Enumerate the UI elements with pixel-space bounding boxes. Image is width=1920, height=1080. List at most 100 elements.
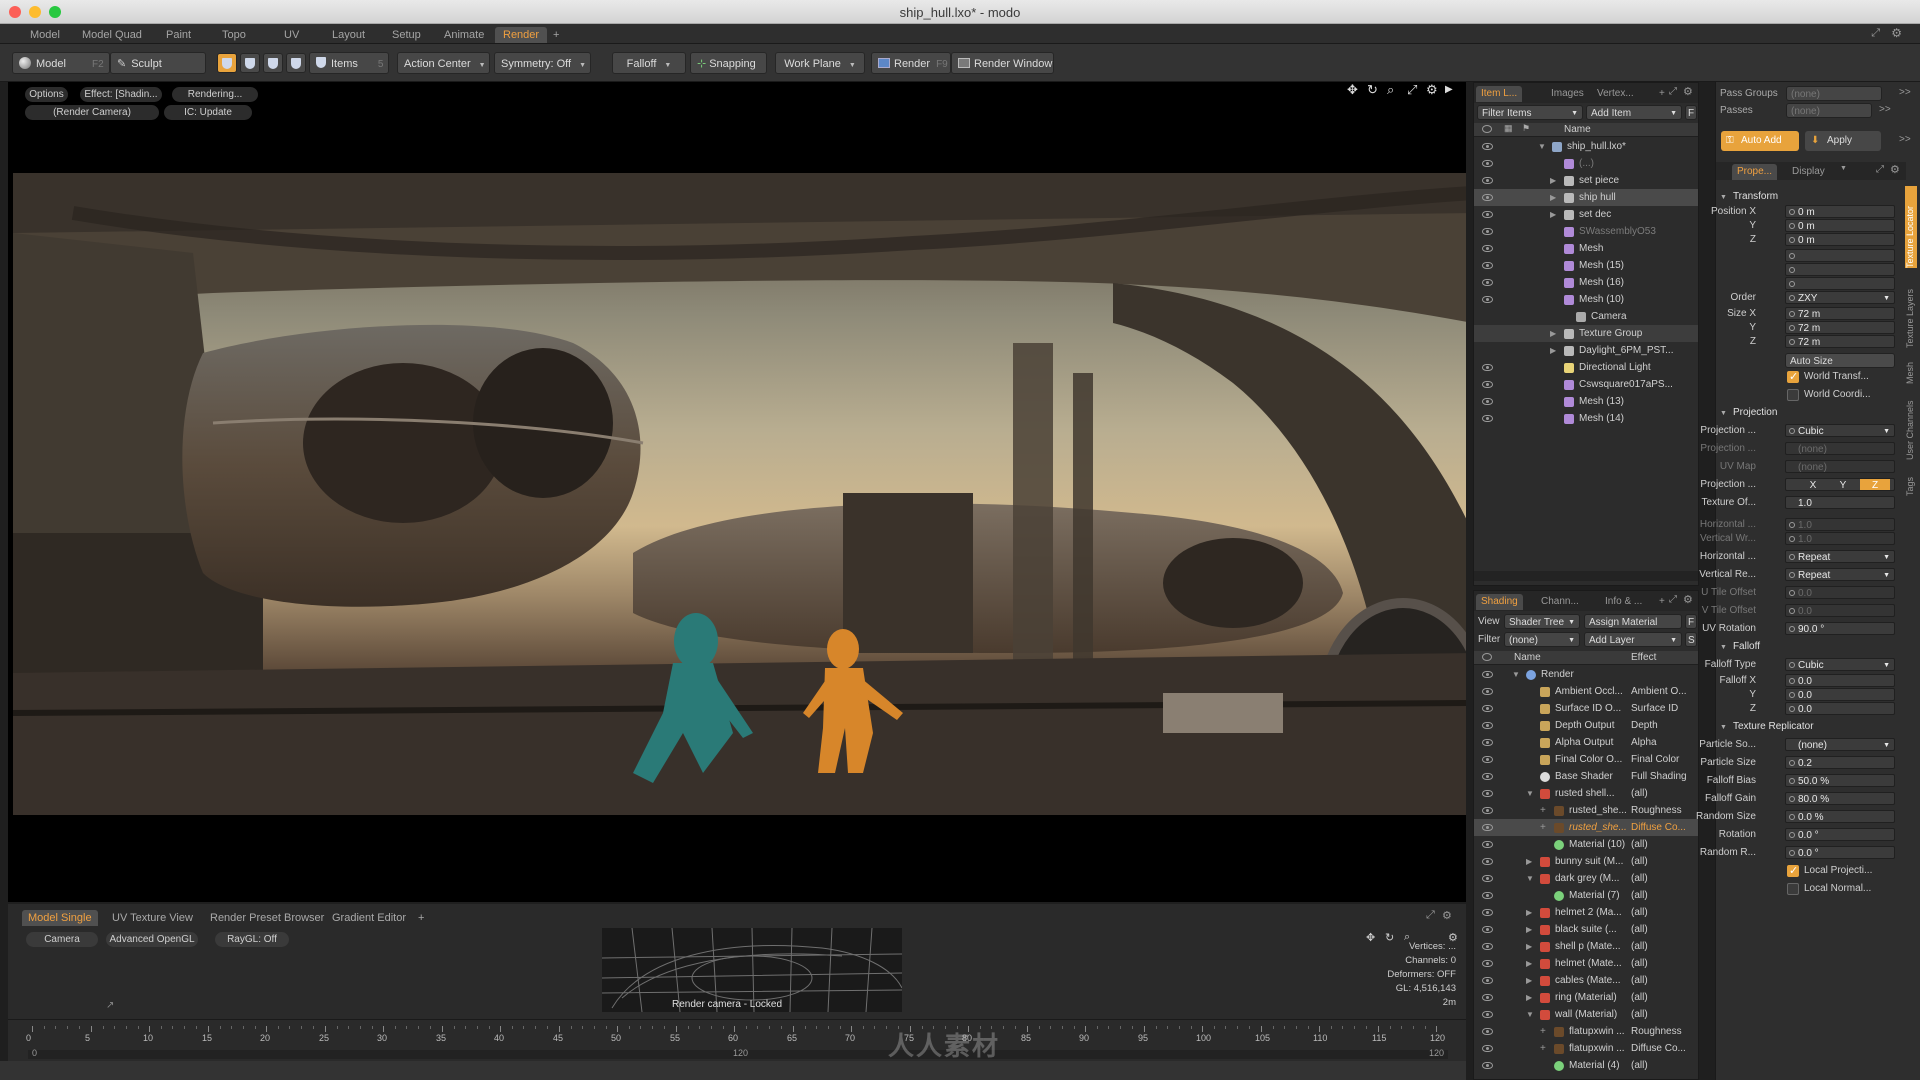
render-button[interactable]: Render F9 <box>871 52 951 74</box>
visibility-icon[interactable] <box>1482 1062 1493 1069</box>
visibility-icon[interactable] <box>1482 705 1493 712</box>
tab-channels[interactable]: Chann... <box>1536 594 1584 610</box>
keyframe-icon[interactable] <box>1789 796 1795 802</box>
expand-icon[interactable]: ⤢ <box>1426 909 1435 922</box>
visibility-icon[interactable] <box>1482 160 1493 167</box>
expand-arrow-icon[interactable]: ▶ <box>1526 853 1532 870</box>
expand-arrow-icon[interactable]: ▶ <box>1526 972 1532 989</box>
particle-source-dropdown[interactable]: (none) ▼ <box>1785 738 1895 751</box>
keyframe-icon[interactable] <box>1789 253 1795 259</box>
visibility-icon[interactable] <box>1482 364 1493 371</box>
rotation-x-field[interactable] <box>1785 249 1895 262</box>
options-button[interactable]: Options <box>25 87 68 102</box>
tab-vertex-maps[interactable]: Vertex... <box>1592 86 1639 102</box>
side-tab-texture-layers[interactable]: Texture Layers <box>1905 276 1917 348</box>
keyframe-icon[interactable] <box>1789 832 1795 838</box>
rotation-order-dropdown[interactable]: ZXY ▼ <box>1785 291 1895 304</box>
expand-arrow-icon[interactable]: ▼ <box>1526 870 1534 887</box>
auto-size-button[interactable]: Auto Size <box>1785 353 1895 368</box>
keyframe-icon[interactable] <box>1789 626 1795 632</box>
visibility-icon[interactable] <box>1482 892 1493 899</box>
expand-arrow-icon[interactable]: ▼ <box>1512 666 1520 683</box>
uv-map-dropdown[interactable]: (none) <box>1785 460 1895 473</box>
expand-icon[interactable]: ⤢ <box>1871 27 1880 40</box>
axis-z-option[interactable]: Z <box>1860 479 1890 490</box>
visibility-icon[interactable] <box>1482 381 1493 388</box>
item-list-row[interactable]: Mesh (13) <box>1474 393 1698 410</box>
timeline[interactable]: 0 5 10 15 20 25 30 35 40 45 50 55 60 65 70 75 80 85 90 95 10… <box>8 1019 1466 1061</box>
shader-tree-row[interactable]: Material (7) (all) <box>1474 887 1698 904</box>
visibility-icon[interactable] <box>1482 671 1493 678</box>
visibility-icon[interactable] <box>1482 143 1493 150</box>
gear-icon[interactable]: ⚙ <box>1683 85 1693 98</box>
keyframe-icon[interactable] <box>1789 536 1795 542</box>
timeline-range-bar[interactable]: 0 120 120 <box>28 1048 1448 1059</box>
tab-animate[interactable]: Animate <box>436 27 492 43</box>
zoom-view-icon[interactable]: ⌕ <box>1387 82 1394 98</box>
u-tile-offset-field[interactable]: 0.0 <box>1785 586 1895 599</box>
falloff-dropdown[interactable]: Falloff <box>612 52 686 74</box>
keyframe-icon[interactable] <box>1789 295 1795 301</box>
tab-model-quad[interactable]: Model Quad <box>74 27 150 43</box>
falloff-x-field[interactable]: 0.0 <box>1785 674 1895 687</box>
visibility-icon[interactable] <box>1482 977 1493 984</box>
expand-arrow-icon[interactable]: ▶ <box>1550 342 1556 359</box>
visibility-icon[interactable] <box>1482 279 1493 286</box>
visibility-icon[interactable] <box>1482 909 1493 916</box>
falloff-bias-field[interactable]: 50.0 % <box>1785 774 1895 787</box>
shader-tree-row[interactable]: + flatupxwin ... Roughness <box>1474 1023 1698 1040</box>
axis-y-option[interactable]: Y <box>1828 479 1858 490</box>
falloff-type-dropdown[interactable]: Cubic ▼ <box>1785 658 1895 671</box>
keyframe-icon[interactable] <box>1789 311 1795 317</box>
keyframe-icon[interactable] <box>1789 325 1795 331</box>
gl-mode-dropdown[interactable]: Advanced OpenGL <box>106 932 198 947</box>
visibility-icon[interactable] <box>1482 228 1493 235</box>
rotation-y-field[interactable] <box>1785 263 1895 276</box>
filter-items-dropdown[interactable]: Filter Items ▼ <box>1477 105 1583 120</box>
visibility-icon[interactable] <box>1482 943 1493 950</box>
projection-section-header[interactable]: Projection <box>1720 407 1777 418</box>
vertical-repeat-dropdown[interactable]: Repeat ▼ <box>1785 568 1895 581</box>
texture-replicator-section-header[interactable]: Texture Replicator <box>1720 721 1814 732</box>
visibility-icon[interactable] <box>1482 824 1493 831</box>
tab-model[interactable]: Model <box>22 27 68 43</box>
falloff-section-header[interactable]: Falloff <box>1720 641 1760 652</box>
visibility-icon[interactable] <box>1482 722 1493 729</box>
local-projection-checkbox[interactable] <box>1787 864 1799 877</box>
keyframe-icon[interactable] <box>1789 522 1795 528</box>
item-list-row[interactable]: (...) <box>1474 155 1698 172</box>
item-list-row[interactable]: Mesh (15) <box>1474 257 1698 274</box>
vertical-wrap-field[interactable]: 1.0 <box>1785 532 1895 545</box>
visibility-icon[interactable] <box>1482 688 1493 695</box>
shader-tree-row[interactable]: ▼ dark grey (M... (all) <box>1474 870 1698 887</box>
camera-dropdown[interactable]: Camera <box>26 932 98 947</box>
visibility-icon[interactable] <box>1482 756 1493 763</box>
visibility-icon[interactable] <box>1482 1011 1493 1018</box>
keyframe-icon[interactable] <box>1789 678 1795 684</box>
expand-arrow-icon[interactable]: ▼ <box>1538 138 1546 155</box>
keyframe-icon[interactable] <box>1789 209 1795 215</box>
visibility-icon[interactable] <box>1482 841 1493 848</box>
apply-button[interactable]: ⬇ Apply <box>1805 131 1881 151</box>
expand-arrow-icon[interactable]: ▶ <box>1526 921 1532 938</box>
pass-groups-dropdown[interactable]: (none) <box>1786 86 1882 101</box>
shader-tree-row[interactable]: ▶ ring (Material) (all) <box>1474 989 1698 1006</box>
tab-topo[interactable]: Topo <box>214 27 254 43</box>
keyframe-icon[interactable] <box>1789 554 1795 560</box>
keyframe-icon[interactable] <box>1789 339 1795 345</box>
expand-panel-icon[interactable]: >> <box>1899 134 1911 145</box>
projection-image-dropdown[interactable]: (none) <box>1785 442 1895 455</box>
visibility-icon[interactable] <box>1482 1028 1493 1035</box>
expand-arrow-icon[interactable]: ▶ <box>1550 189 1556 206</box>
keyframe-icon[interactable] <box>1789 706 1795 712</box>
v-tile-offset-field[interactable]: 0.0 <box>1785 604 1895 617</box>
visibility-icon[interactable] <box>1482 415 1493 422</box>
visibility-icon[interactable] <box>1482 1045 1493 1052</box>
tab-render-preset-browser[interactable]: Render Preset Browser <box>204 910 330 926</box>
shader-tree-row[interactable]: ▼ wall (Material) (all) <box>1474 1006 1698 1023</box>
shader-tree-row[interactable]: Depth Output Depth <box>1474 717 1698 734</box>
sculpt-mode-button[interactable]: ✎ Sculpt <box>110 52 206 74</box>
keyframe-icon[interactable] <box>1789 662 1795 668</box>
tab-setup[interactable]: Setup <box>384 27 429 43</box>
visibility-icon[interactable] <box>1482 296 1493 303</box>
